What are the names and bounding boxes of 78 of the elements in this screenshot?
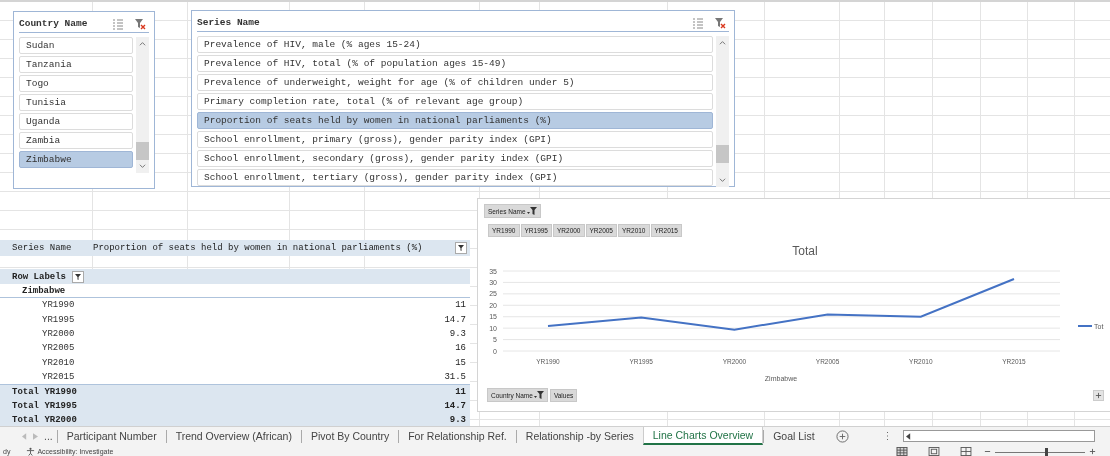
slicer-item[interactable]: Uganda — [19, 113, 133, 130]
slicer-item[interactable]: Prevalence of HIV, male (% ages 15-24) — [197, 36, 713, 53]
row-labels-header: Row Labels — [11, 271, 66, 282]
filter-dropdown-button[interactable] — [72, 270, 84, 283]
accessibility-icon[interactable] — [26, 447, 36, 456]
slicer-title: Series Name — [197, 17, 261, 28]
chevron-down-icon[interactable] — [139, 164, 146, 169]
total-label: Total YR1990 — [12, 386, 77, 397]
zoom-slider[interactable] — [995, 447, 1085, 456]
page-layout-icon[interactable] — [928, 447, 940, 456]
row-value: 14.7 — [444, 314, 466, 325]
slicer-item[interactable]: School enrollment, tertiary (gross), gender parity index (GPI) — [197, 169, 713, 186]
splitter-handle-icon[interactable] — [886, 431, 889, 441]
slicer-item[interactable]: Proportion of seats held by women in national parliaments (%) — [197, 112, 713, 129]
funnel-icon — [457, 244, 465, 252]
filter-dropdown-button[interactable] — [455, 242, 467, 254]
clear-filter-icon[interactable] — [134, 17, 146, 30]
total-value: 9.3 — [449, 414, 466, 425]
slicer-title: Country Name — [19, 18, 89, 29]
more-tabs-button[interactable]: ... — [44, 429, 57, 443]
sheet-tab[interactable]: Relationship -by Series — [515, 429, 643, 443]
total-label: Total YR1995 — [12, 400, 77, 411]
row-label: YR2000 — [41, 329, 75, 340]
slicer-item[interactable]: Togo — [19, 75, 133, 92]
row-label: YR2005 — [41, 343, 75, 354]
legend-line-icon — [1077, 325, 1093, 327]
slicer-item[interactable]: Zambia — [19, 132, 133, 149]
sheet-tab[interactable]: Trend Overview (African) — [165, 429, 301, 443]
row-value: 31.5 — [444, 371, 466, 382]
total-value: 11 — [455, 386, 466, 397]
total-value: 14.7 — [444, 400, 466, 411]
sheet-tab[interactable]: For Relationship Ref. — [398, 429, 516, 443]
row-value: 15 — [455, 357, 466, 368]
sheet-tab[interactable]: Line Charts Overview — [642, 427, 764, 445]
scrollbar-thumb[interactable] — [136, 142, 149, 160]
add-sheet-icon[interactable] — [835, 429, 849, 443]
group-label: Zimbabwe — [21, 285, 66, 296]
slicer-item[interactable]: School enrollment, secondary (gross), gender parity index (GPI) — [197, 150, 713, 167]
slicer-item[interactable]: Prevalence of underweight, weight for age (% of children under 5) — [197, 74, 713, 91]
horizontal-scrollbar[interactable] — [903, 430, 1095, 442]
normal-view-icon[interactable] — [896, 447, 908, 456]
chevron-up-icon[interactable] — [719, 40, 726, 45]
zoom-out-icon[interactable] — [984, 448, 991, 455]
chevron-up-icon[interactable] — [139, 41, 146, 46]
slicer-item[interactable]: Primary completion rate, total (% of relevant age group) — [197, 93, 713, 110]
total-label: Total YR2000 — [12, 414, 77, 425]
row-label: YR1995 — [41, 314, 75, 325]
slicer-item[interactable]: Zimbabwe — [19, 151, 133, 168]
funnel-icon — [526, 207, 537, 215]
page-break-icon[interactable] — [960, 447, 972, 456]
clear-filter-icon[interactable] — [714, 16, 726, 29]
slicer-item[interactable]: School enrollment, primary (gross), gender parity index (GPI) — [197, 131, 713, 148]
row-value: 9.3 — [449, 329, 466, 340]
pivot-filter-label: Series Name — [11, 243, 73, 253]
row-label: YR2015 — [41, 371, 75, 382]
row-label: YR2010 — [41, 357, 75, 368]
slicer-item[interactable]: Tanzania — [19, 56, 133, 73]
chart-title: Total — [792, 244, 818, 258]
slicer-item[interactable]: Sudan — [19, 37, 133, 54]
row-value: 11 — [455, 300, 466, 311]
scroll-left-icon[interactable] — [906, 432, 911, 440]
pivot-filter-value: Proportion of seats held by women in national parliaments (%) — [93, 243, 424, 253]
funnel-icon — [74, 272, 82, 281]
slicer-item[interactable]: Tunisia — [19, 94, 133, 111]
row-value: 16 — [455, 343, 466, 354]
sheet-tab[interactable]: Goal List — [763, 429, 824, 443]
zoom-in-icon[interactable] — [1089, 448, 1096, 455]
slicer-item[interactable]: Prevalence of HIV, total (% of population ages 15-49) — [197, 55, 713, 72]
chevron-down-icon[interactable] — [719, 178, 726, 183]
row-label: YR1990 — [41, 300, 75, 311]
slider-thumb[interactable] — [1044, 447, 1048, 456]
zoom-in-button[interactable] — [1093, 389, 1104, 401]
scrollbar[interactable] — [716, 36, 729, 187]
sheet-tab[interactable]: Participant Number — [56, 429, 166, 443]
sheet-tab[interactable]: Pivot By Country — [300, 429, 399, 443]
funnel-icon — [533, 391, 544, 399]
scrollbar[interactable] — [136, 37, 149, 173]
scrollbar-thumb[interactable] — [716, 145, 729, 163]
